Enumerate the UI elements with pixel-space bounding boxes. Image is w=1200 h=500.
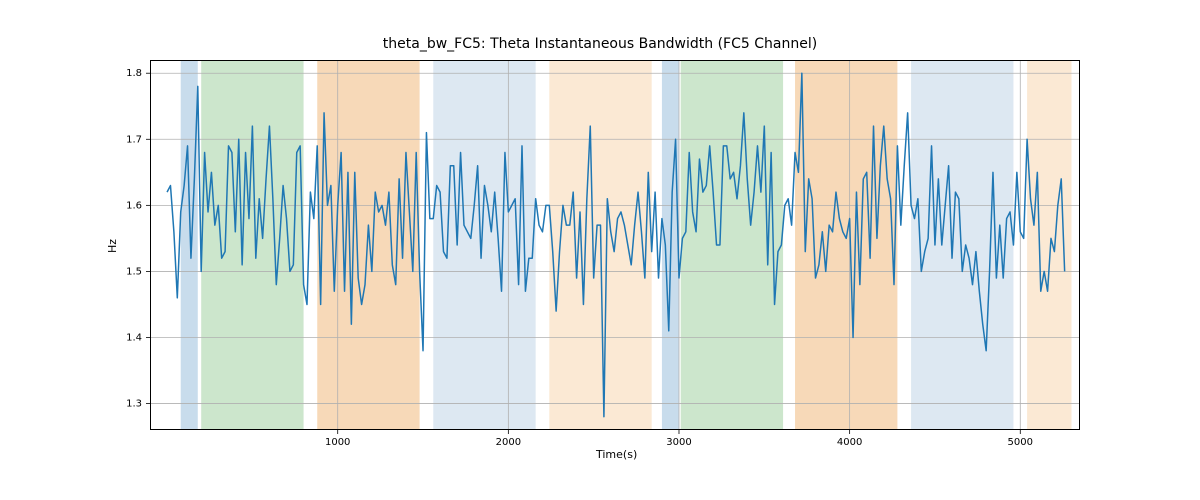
x-tick-label: 3000 — [666, 437, 691, 448]
background-band — [795, 60, 897, 430]
x-tick-label: 4000 — [837, 437, 862, 448]
x-ticks: 1000 2000 3000 4000 5000 — [325, 430, 1033, 448]
x-tick-label: 5000 — [1008, 437, 1033, 448]
chart-container: theta_bw_FC5: Theta Instantaneous Bandwi… — [0, 0, 1200, 500]
background-bands — [181, 60, 1072, 430]
y-tick-label: 1.4 — [126, 333, 142, 344]
background-band — [181, 60, 198, 430]
x-tick-label: 2000 — [496, 437, 521, 448]
y-tick-label: 1.5 — [126, 266, 142, 277]
x-tick-label: 1000 — [325, 437, 350, 448]
y-tick-label: 1.8 — [126, 68, 142, 79]
background-band — [1027, 60, 1071, 430]
chart-svg: 1000 2000 3000 4000 5000 1.3 1.4 1.5 1.6 1.7 1.8 — [0, 0, 1200, 500]
y-tick-label: 1.6 — [126, 200, 142, 211]
y-tick-label: 1.7 — [126, 134, 142, 145]
y-ticks: 1.3 1.4 1.5 1.6 1.7 1.8 — [126, 68, 150, 409]
y-tick-label: 1.3 — [126, 399, 142, 410]
